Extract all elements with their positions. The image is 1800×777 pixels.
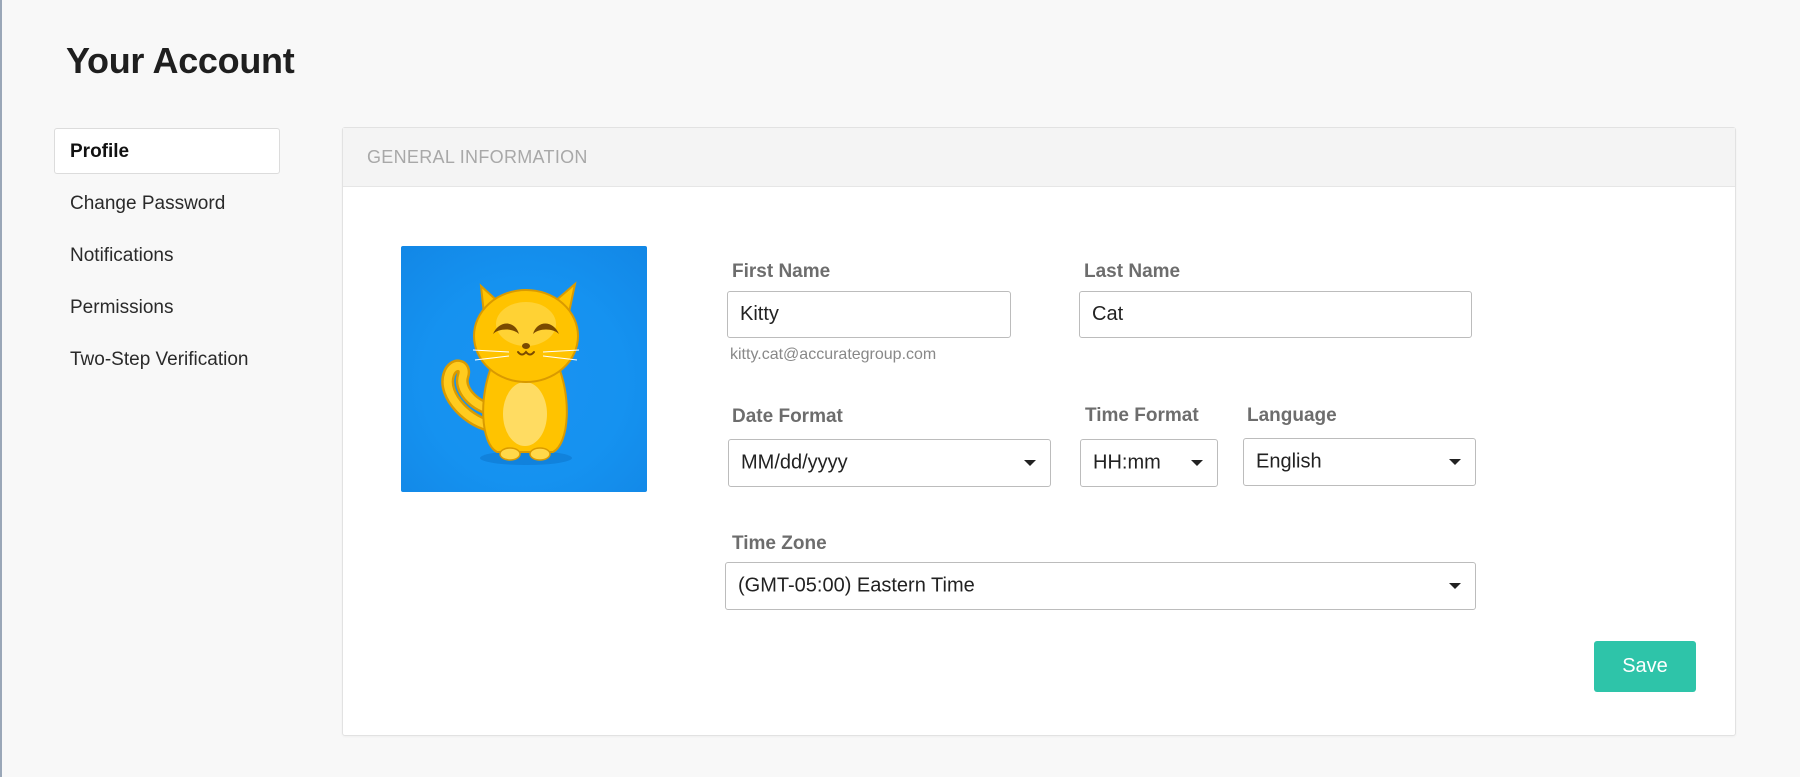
date-format-label: Date Format	[732, 406, 843, 427]
language-value: English	[1256, 450, 1322, 473]
date-format-select[interactable]: MM/dd/yyyy	[728, 439, 1051, 487]
last-name-label: Last Name	[1084, 261, 1181, 282]
date-format-value: MM/dd/yyyy	[741, 451, 848, 474]
profile-avatar[interactable]	[401, 246, 647, 492]
email-address: kitty.cat@accurategroup.com	[730, 346, 937, 363]
chevron-down-icon	[1449, 583, 1461, 589]
language-label: Language	[1247, 405, 1337, 426]
last-name-input[interactable]	[1079, 291, 1472, 338]
time-format-select[interactable]: HH:mm	[1080, 439, 1218, 487]
sidebar-item-change-password[interactable]: Change Password	[54, 180, 280, 226]
sidebar-item-two-step-verification[interactable]: Two-Step Verification	[54, 336, 280, 382]
chevron-down-icon	[1024, 460, 1036, 466]
time-format-value: HH:mm	[1093, 451, 1161, 474]
chevron-down-icon	[1191, 460, 1203, 466]
page-title: Your Account	[66, 40, 295, 81]
time-zone-label: Time Zone	[732, 533, 827, 554]
sidebar-item-profile[interactable]: Profile	[54, 128, 280, 174]
save-button[interactable]: Save	[1594, 641, 1696, 692]
sidebar-nav: Profile Change Password Notifications Pe…	[54, 128, 280, 388]
time-format-label: Time Format	[1085, 405, 1199, 426]
account-page: Your Account Profile Change Password Not…	[0, 0, 1800, 777]
panel-header: General Information	[343, 128, 1735, 187]
chevron-down-icon	[1449, 459, 1461, 465]
time-zone-select[interactable]: (GMT-05:00) Eastern Time	[725, 562, 1476, 610]
language-select[interactable]: English	[1243, 438, 1476, 486]
first-name-input[interactable]	[727, 291, 1011, 338]
time-zone-value: (GMT-05:00) Eastern Time	[738, 574, 975, 597]
first-name-label: First Name	[732, 261, 831, 282]
general-information-panel: General Information	[342, 127, 1736, 736]
cat-avatar-icon	[441, 281, 580, 465]
sidebar-item-permissions[interactable]: Permissions	[54, 284, 280, 330]
sidebar-item-notifications[interactable]: Notifications	[54, 232, 280, 278]
window-edge	[0, 0, 2, 777]
